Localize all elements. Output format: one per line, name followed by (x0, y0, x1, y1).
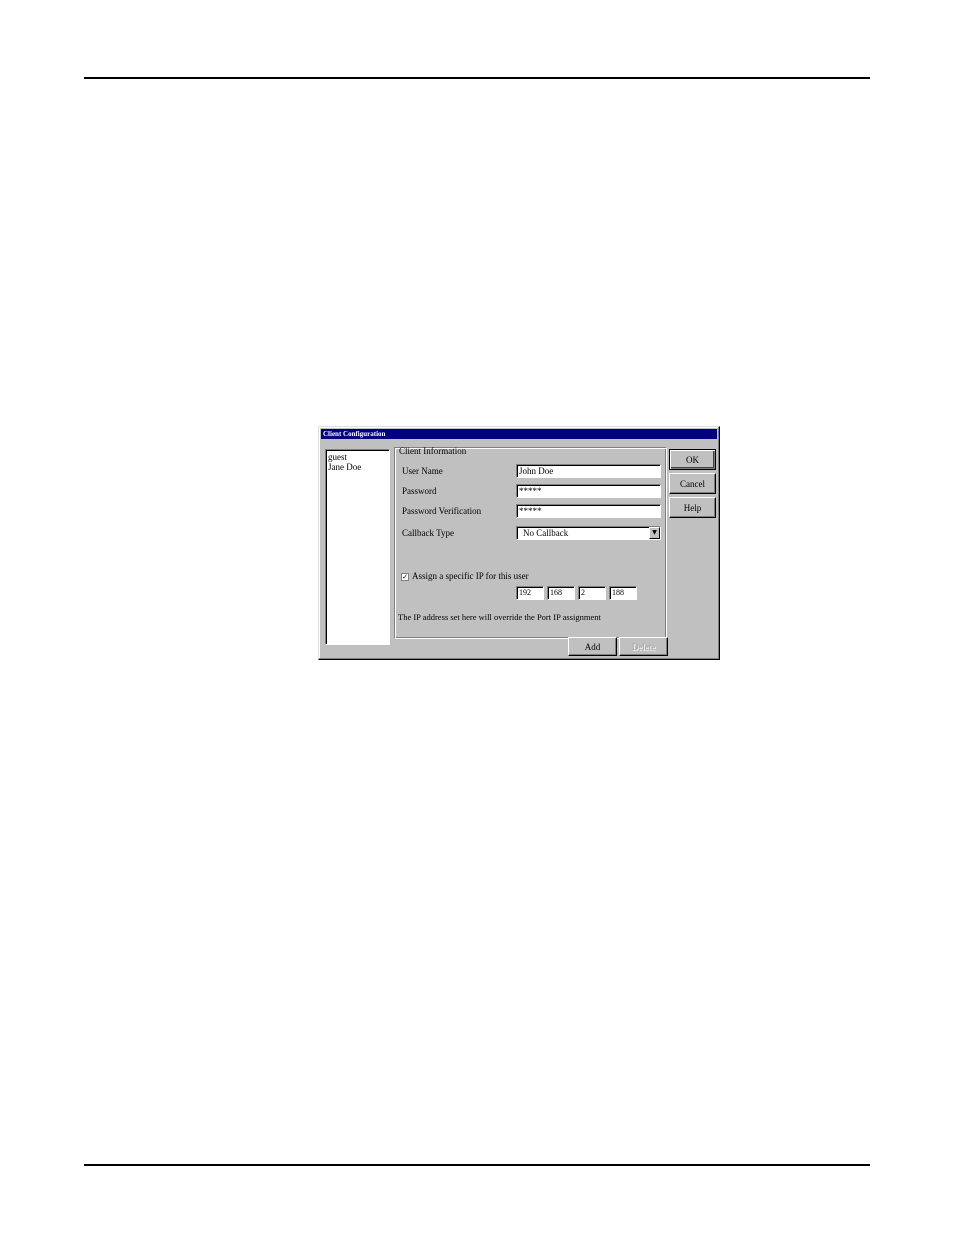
ip-octet-2-input[interactable]: 168 (547, 586, 575, 600)
password-verification-label: Password Verification (402, 506, 482, 516)
user-list-item-guest[interactable]: guest (328, 452, 387, 462)
header-rule (84, 77, 870, 79)
user-name-label: User Name (402, 466, 443, 476)
callback-type-select[interactable]: No Callback ▼ (516, 526, 661, 540)
chevron-down-icon[interactable]: ▼ (649, 527, 660, 539)
ip-override-note: The IP address set here will override th… (398, 612, 601, 622)
password-input[interactable]: ***** (516, 484, 661, 498)
user-list-item-jane-doe[interactable]: Jane Doe (328, 462, 387, 472)
user-name-input[interactable]: John Doe (516, 464, 661, 478)
client-configuration-dialog: Client Configuration guest Jane Doe Clie… (318, 426, 720, 660)
cancel-button[interactable]: Cancel (669, 473, 716, 494)
callback-type-label: Callback Type (402, 528, 454, 538)
ip-octet-4-input[interactable]: 188 (609, 586, 637, 600)
assign-ip-label: Assign a specific IP for this user (412, 571, 529, 581)
ip-octet-3-input[interactable]: 2 (578, 586, 606, 600)
client-information-group: Client Information User Name John Doe Pa… (394, 446, 667, 639)
assign-ip-checkbox[interactable]: ✓ (401, 573, 409, 581)
password-label: Password (402, 486, 437, 496)
help-button[interactable]: Help (669, 497, 716, 518)
client-information-label: Client Information (399, 446, 467, 456)
user-list[interactable]: guest Jane Doe (325, 449, 390, 645)
footer-rule (84, 1164, 870, 1166)
ok-button[interactable]: OK (669, 449, 716, 470)
checkmark-icon: ✓ (402, 573, 408, 581)
delete-button: Delete (619, 637, 668, 656)
dialog-title-bar[interactable]: Client Configuration (321, 429, 717, 439)
ip-octet-1-input[interactable]: 192 (516, 586, 544, 600)
add-button[interactable]: Add (568, 637, 617, 656)
password-verification-input[interactable]: ***** (516, 504, 661, 518)
callback-type-value: No Callback (523, 528, 569, 538)
